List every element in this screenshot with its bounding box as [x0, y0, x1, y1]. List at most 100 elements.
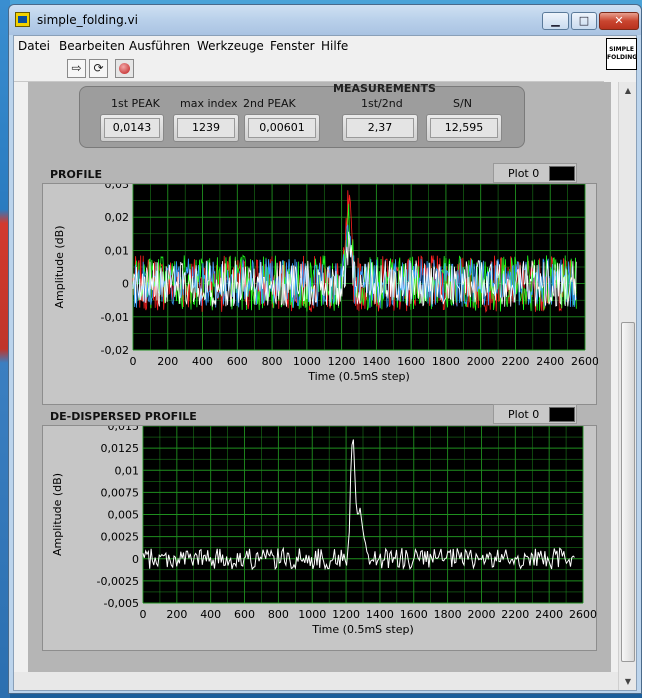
scroll-down-icon[interactable]: ▼: [619, 673, 637, 690]
x-tick-label: 0: [140, 608, 147, 621]
x-tick-label: 1200: [328, 355, 356, 368]
x-tick-label: 800: [262, 355, 283, 368]
dedispersed-legend-text: Plot 0: [508, 408, 540, 421]
x-tick-label: 1600: [400, 608, 428, 621]
close-button[interactable]: ✕: [599, 12, 639, 30]
plot-line-swatch-icon: [549, 407, 575, 422]
menu-bearbeiten[interactable]: Bearbeiten: [59, 39, 125, 53]
y-axis-label: Amplitude (dB): [53, 226, 66, 309]
x-axis-label: Time (0.5mS step): [311, 623, 413, 636]
y-tick-label: 0,02: [105, 211, 130, 224]
menu-hilfe[interactable]: Hilfe: [321, 39, 348, 53]
sn-indicator: 12,595: [426, 114, 502, 142]
x-tick-label: 600: [227, 355, 248, 368]
y-tick-label: -0,02: [101, 344, 129, 357]
x-tick-label: 1400: [362, 355, 390, 368]
menu-datei[interactable]: Datei: [18, 39, 50, 53]
menu-fenster[interactable]: Fenster: [270, 39, 315, 53]
continuous-run-icon[interactable]: ⟳: [89, 59, 108, 78]
ratio-value: 2,37: [346, 118, 414, 138]
x-tick-label: 2200: [501, 608, 529, 621]
x-tick-label: 2600: [571, 355, 598, 368]
y-tick-label: -0,0025: [97, 575, 139, 588]
scroll-up-icon[interactable]: ▲: [619, 82, 637, 99]
x-tick-label: 1800: [434, 608, 462, 621]
toolbar: ⇨ ⟳: [14, 56, 604, 82]
x-tick-label: 1800: [432, 355, 460, 368]
x-tick-label: 400: [192, 355, 213, 368]
abort-stop-icon[interactable]: [115, 59, 134, 78]
x-tick-label: 800: [268, 608, 289, 621]
y-tick-label: 0,005: [108, 509, 140, 522]
first-peak-value: 0,0143: [104, 118, 160, 138]
second-peak-value: 0,00601: [248, 118, 316, 138]
measurements-cluster: MEASUREMENTS 1st PEAK max index 2nd PEAK…: [79, 82, 525, 148]
second-peak-indicator: 0,00601: [244, 114, 320, 142]
profile-legend-text: Plot 0: [508, 167, 540, 180]
y-tick-label: 0,0125: [101, 442, 140, 455]
desktop-background-right: [642, 0, 654, 698]
dedispersed-chart: 0,015 0,0125 0,01 0,0075 0,005 0,0025 0 -0,0025…: [51, 420, 597, 636]
x-tick-label: 2400: [535, 608, 563, 621]
y-tick-label: 0: [122, 278, 129, 291]
y-tick-label: 0: [132, 553, 139, 566]
max-index-indicator: 1239: [173, 114, 239, 142]
menu-werkzeuge[interactable]: Werkzeuge: [197, 39, 264, 53]
labview-app-icon: [15, 12, 30, 27]
y-tick-label: 0,01: [105, 244, 130, 257]
profile-chart: 0,030,020,010-0,01-0,020 200 400 600 800 1000…: [53, 178, 599, 383]
x-tick-label: 0: [130, 355, 137, 368]
y-tick-label: 0,0025: [101, 531, 140, 544]
x-tick-label: 1000: [293, 355, 321, 368]
vertical-scrollbar[interactable]: ▲ ▼: [618, 82, 636, 690]
maximize-button[interactable]: □: [571, 12, 597, 30]
x-tick-label: 2000: [467, 355, 495, 368]
menu-bar: Datei Bearbeiten Ausführen Werkzeuge Fen…: [14, 36, 604, 56]
scroll-thumb[interactable]: [621, 322, 635, 662]
profile-graph-frame: 0,03 0,02 0,01 0 -0,01 -0,02 0 200 400 600 800 1000…: [42, 178, 599, 405]
sn-value: 12,595: [430, 118, 498, 138]
vi-icon[interactable]: SIMPLE FOLDING: [606, 38, 637, 70]
max-index-value: 1239: [177, 118, 235, 138]
dedispersed-plot-legend[interactable]: Plot 0: [493, 404, 577, 424]
dedispersed-graph-frame: 0,015 0,0125 0,01 0,0075 0,005 0,0025 0 -0,0025…: [42, 420, 597, 651]
window-title: simple_folding.vi: [37, 13, 138, 27]
x-tick-label: 2600: [569, 608, 597, 621]
x-tick-label: 1200: [332, 608, 360, 621]
x-axis-label: Time (0.5mS step): [307, 370, 409, 383]
first-peak-indicator: 0,0143: [100, 114, 164, 142]
application-window: simple_folding.vi ▁ □ ✕ Datei Bearbeiten…: [8, 4, 642, 694]
plot-line-swatch-icon: [549, 166, 575, 181]
x-tick-label: 1000: [298, 608, 326, 621]
run-arrow-icon[interactable]: ⇨: [67, 59, 86, 78]
ratio-label: 1st/2nd: [361, 97, 403, 110]
x-tick-label: 2400: [536, 355, 564, 368]
y-tick-label: -0,005: [104, 597, 139, 610]
y-tick-label: -0,01: [101, 311, 129, 324]
menu-ausfuehren[interactable]: Ausführen: [129, 39, 190, 53]
profile-graph-label: PROFILE: [50, 168, 103, 181]
sn-label: S/N: [453, 97, 472, 110]
front-panel: MEASUREMENTS 1st PEAK max index 2nd PEAK…: [28, 82, 611, 672]
x-tick-label: 2200: [501, 355, 529, 368]
y-tick-label: 0,0075: [101, 486, 140, 499]
window-client-area: Datei Bearbeiten Ausführen Werkzeuge Fen…: [13, 35, 637, 691]
profile-plot-legend[interactable]: Plot 0: [493, 163, 577, 183]
max-index-label: max index: [180, 97, 238, 110]
dedispersed-graph-label: DE-DISPERSED PROFILE: [50, 410, 197, 423]
y-axis-label: Amplitude (dB): [51, 473, 64, 556]
x-tick-label: 1400: [366, 608, 394, 621]
x-tick-label: 200: [157, 355, 178, 368]
second-peak-label: 2nd PEAK: [243, 97, 296, 110]
y-tick-label: 0,01: [115, 464, 140, 477]
ratio-indicator: 2,37: [342, 114, 418, 142]
y-tick-label: 0,03: [105, 184, 130, 191]
y-tick-label: 0,015: [108, 426, 140, 433]
title-bar[interactable]: simple_folding.vi ▁ □ ✕: [9, 5, 641, 35]
minimize-button[interactable]: ▁: [542, 12, 569, 30]
x-tick-label: 2000: [467, 608, 495, 621]
x-tick-label: 600: [234, 608, 255, 621]
first-peak-label: 1st PEAK: [111, 97, 160, 110]
measurements-title: MEASUREMENTS: [333, 82, 436, 95]
horizontal-scrollbar[interactable]: [14, 672, 618, 690]
